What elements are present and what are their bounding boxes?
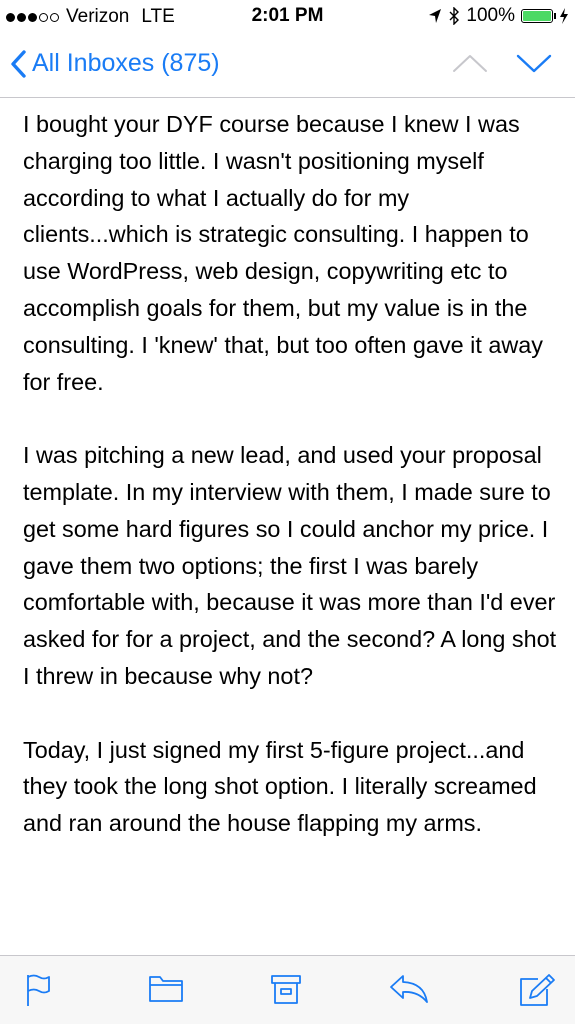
message-paragraph: I was pitching a new lead, and used your… xyxy=(23,442,557,689)
chevron-up-icon xyxy=(452,51,488,80)
folder-icon[interactable] xyxy=(148,973,184,1008)
chevron-down-icon xyxy=(516,51,552,80)
battery-cap xyxy=(554,13,556,19)
navigation-bar: All Inboxes (875) xyxy=(0,34,575,98)
message-paragraph: I bought your DYF course because I knew … xyxy=(23,111,543,395)
message-toolbar xyxy=(0,955,575,1024)
previous-message-button[interactable] xyxy=(452,51,488,80)
message-body: I bought your DYF course because I knew … xyxy=(23,106,558,879)
back-to-inboxes-button[interactable]: All Inboxes (875) xyxy=(10,49,220,78)
chevron-left-icon xyxy=(10,49,26,78)
bluetooth-icon xyxy=(448,6,460,26)
battery-percentage: 100% xyxy=(466,5,515,26)
status-bar: Verizon LTE 2:01 PM 100% xyxy=(0,0,575,34)
battery-level xyxy=(523,11,551,21)
archive-icon[interactable] xyxy=(270,973,302,1010)
charging-bolt-icon xyxy=(559,8,569,24)
status-right: 100% xyxy=(428,5,569,27)
compose-icon[interactable] xyxy=(518,973,556,1012)
reply-icon[interactable] xyxy=(388,973,430,1010)
location-arrow-icon xyxy=(428,8,442,24)
battery-icon xyxy=(521,9,553,23)
back-button-label: All Inboxes (875) xyxy=(32,49,220,77)
flag-icon[interactable] xyxy=(25,973,51,1012)
message-paragraph: Today, I just signed my first 5-figure p… xyxy=(23,736,537,837)
next-message-button[interactable] xyxy=(516,51,552,80)
